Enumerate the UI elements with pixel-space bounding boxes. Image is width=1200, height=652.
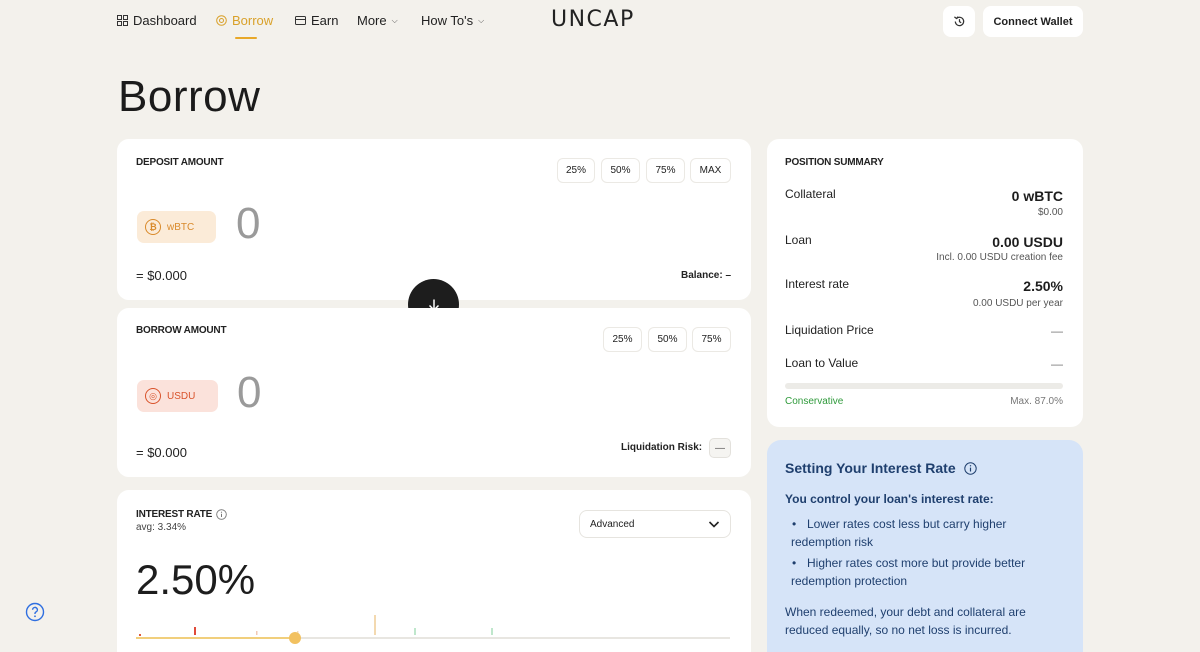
brand-logo[interactable]: UNCAP: [551, 7, 635, 32]
deposit-token-select[interactable]: ₿ wBTC: [137, 211, 216, 243]
usdu-icon: ◎: [145, 388, 161, 404]
position-summary-title: POSITION SUMMARY: [785, 157, 884, 168]
deposit-amount-input[interactable]: 0: [236, 199, 260, 249]
liquidation-price-label: Liquidation Price: [785, 323, 874, 337]
deposit-75-button[interactable]: 75%: [646, 158, 685, 183]
deposit-token-label: wBTC: [167, 221, 195, 233]
rate-mode-select[interactable]: Advanced: [579, 510, 731, 538]
info-title-text: Setting Your Interest Rate: [785, 460, 956, 476]
collateral-usd: $0.00: [1037, 207, 1063, 218]
rate-mode-value: Advanced: [590, 518, 635, 530]
nav-earn[interactable]: Earn: [295, 13, 338, 28]
borrow-75-button[interactable]: 75%: [692, 327, 731, 352]
liquidation-risk-value: —: [709, 438, 731, 458]
collateral-label: Collateral: [785, 187, 836, 201]
summary-rate-value: 2.50%: [1023, 278, 1063, 294]
info-bullet-2: • Higher rates cost more but provide bett…: [791, 554, 1061, 590]
chevron-down-icon: ⌵: [391, 15, 398, 25]
summary-rate-label: Interest rate: [785, 277, 850, 291]
nav-howtos[interactable]: How To's ⌵: [421, 13, 484, 28]
balance-display: Balance: –: [681, 270, 731, 281]
info-subtitle: You control your loan's interest rate:: [785, 492, 994, 506]
balance-label: Balance:: [681, 270, 723, 281]
connect-wallet-button[interactable]: Connect Wallet: [983, 6, 1083, 37]
nav-dashboard-label: Dashboard: [133, 13, 197, 28]
interest-rate-slider[interactable]: [130, 605, 740, 650]
borrow-25-button[interactable]: 25%: [603, 327, 642, 352]
history-button[interactable]: [943, 6, 975, 37]
loan-value: 0.00 USDU: [992, 234, 1063, 250]
borrow-token-select[interactable]: ◎ USDU: [137, 380, 218, 412]
nav-more-label: More: [357, 13, 387, 28]
earn-icon: [295, 16, 306, 25]
liquidation-risk-label: Liquidation Risk:: [621, 442, 703, 453]
active-tab-indicator: [235, 37, 257, 39]
collateral-value: 0 wBTC: [1011, 188, 1063, 204]
slider-handle[interactable]: [289, 632, 301, 644]
info-footer: When redeemed, your debt and collateral …: [785, 605, 1026, 637]
nav-borrow[interactable]: Borrow: [216, 13, 273, 28]
page-title: Borrow: [118, 72, 261, 121]
ltv-label: Loan to Value: [785, 356, 859, 370]
info-title: Setting Your Interest Rate: [785, 460, 977, 476]
deposit-50-button[interactable]: 50%: [601, 158, 640, 183]
ltv-max-label: Max. 87.0%: [1010, 396, 1063, 407]
top-nav: Dashboard Borrow Earn More ⌵ How To's ⌵ …: [0, 0, 1200, 42]
balance-value: –: [725, 270, 732, 281]
nav-howtos-label: How To's: [421, 13, 474, 28]
dashboard-icon: [117, 15, 128, 26]
borrow-50-button[interactable]: 50%: [648, 327, 687, 352]
interest-rate-label: INTEREST RATE: [136, 509, 213, 520]
ltv-value: —: [1051, 357, 1063, 371]
deposit-label: DEPOSIT AMOUNT: [136, 157, 224, 168]
borrow-label: BORROW AMOUNT: [136, 325, 227, 336]
deposit-25-button[interactable]: 25%: [557, 158, 595, 183]
info-icon[interactable]: [216, 509, 227, 520]
nav-earn-label: Earn: [311, 13, 339, 28]
nav-borrow-label: Borrow: [232, 13, 274, 28]
loan-fee: Incl. 0.00 USDU creation fee: [936, 252, 1063, 263]
borrow-amount-input[interactable]: 0: [237, 368, 261, 418]
interest-rate-heading: INTEREST RATE: [136, 509, 227, 520]
bullet-dot: •: [792, 517, 797, 531]
chevron-down-icon: [708, 521, 720, 528]
chevron-down-icon: ⌵: [478, 15, 485, 25]
borrow-usd-value: = $0.000: [136, 445, 187, 460]
borrow-token-label: USDU: [167, 390, 196, 402]
nav-dashboard[interactable]: Dashboard: [117, 13, 197, 28]
info-icon[interactable]: [963, 461, 977, 475]
bullet-dot: •: [792, 556, 797, 570]
loan-label: Loan: [785, 233, 812, 247]
borrow-icon: [216, 15, 227, 26]
liquidation-price-value: —: [1051, 324, 1063, 338]
info-bullet-2-text: Higher rates cost more but provide bette…: [791, 556, 1026, 588]
nav-more[interactable]: More ⌵: [357, 13, 398, 28]
ltv-progress-bar: [785, 383, 1063, 389]
ltv-min-label: Conservative: [785, 396, 844, 407]
deposit-max-button[interactable]: MAX: [690, 158, 731, 183]
summary-rate-sub: 0.00 USDU per year: [972, 298, 1063, 309]
bitcoin-icon: ₿: [145, 219, 161, 235]
interest-rate-value: 2.50%: [136, 556, 256, 603]
rate-distribution-bars: [139, 615, 493, 636]
deposit-usd-value: = $0.000: [136, 268, 187, 283]
info-bullet-1-text: Lower rates cost less but carry higher r…: [791, 517, 1007, 549]
info-bullet-1: • Lower rates cost less but carry higher …: [791, 515, 1061, 551]
history-icon: [953, 16, 964, 27]
interest-avg: avg: 3.34%: [136, 522, 187, 533]
help-icon[interactable]: [25, 602, 45, 622]
